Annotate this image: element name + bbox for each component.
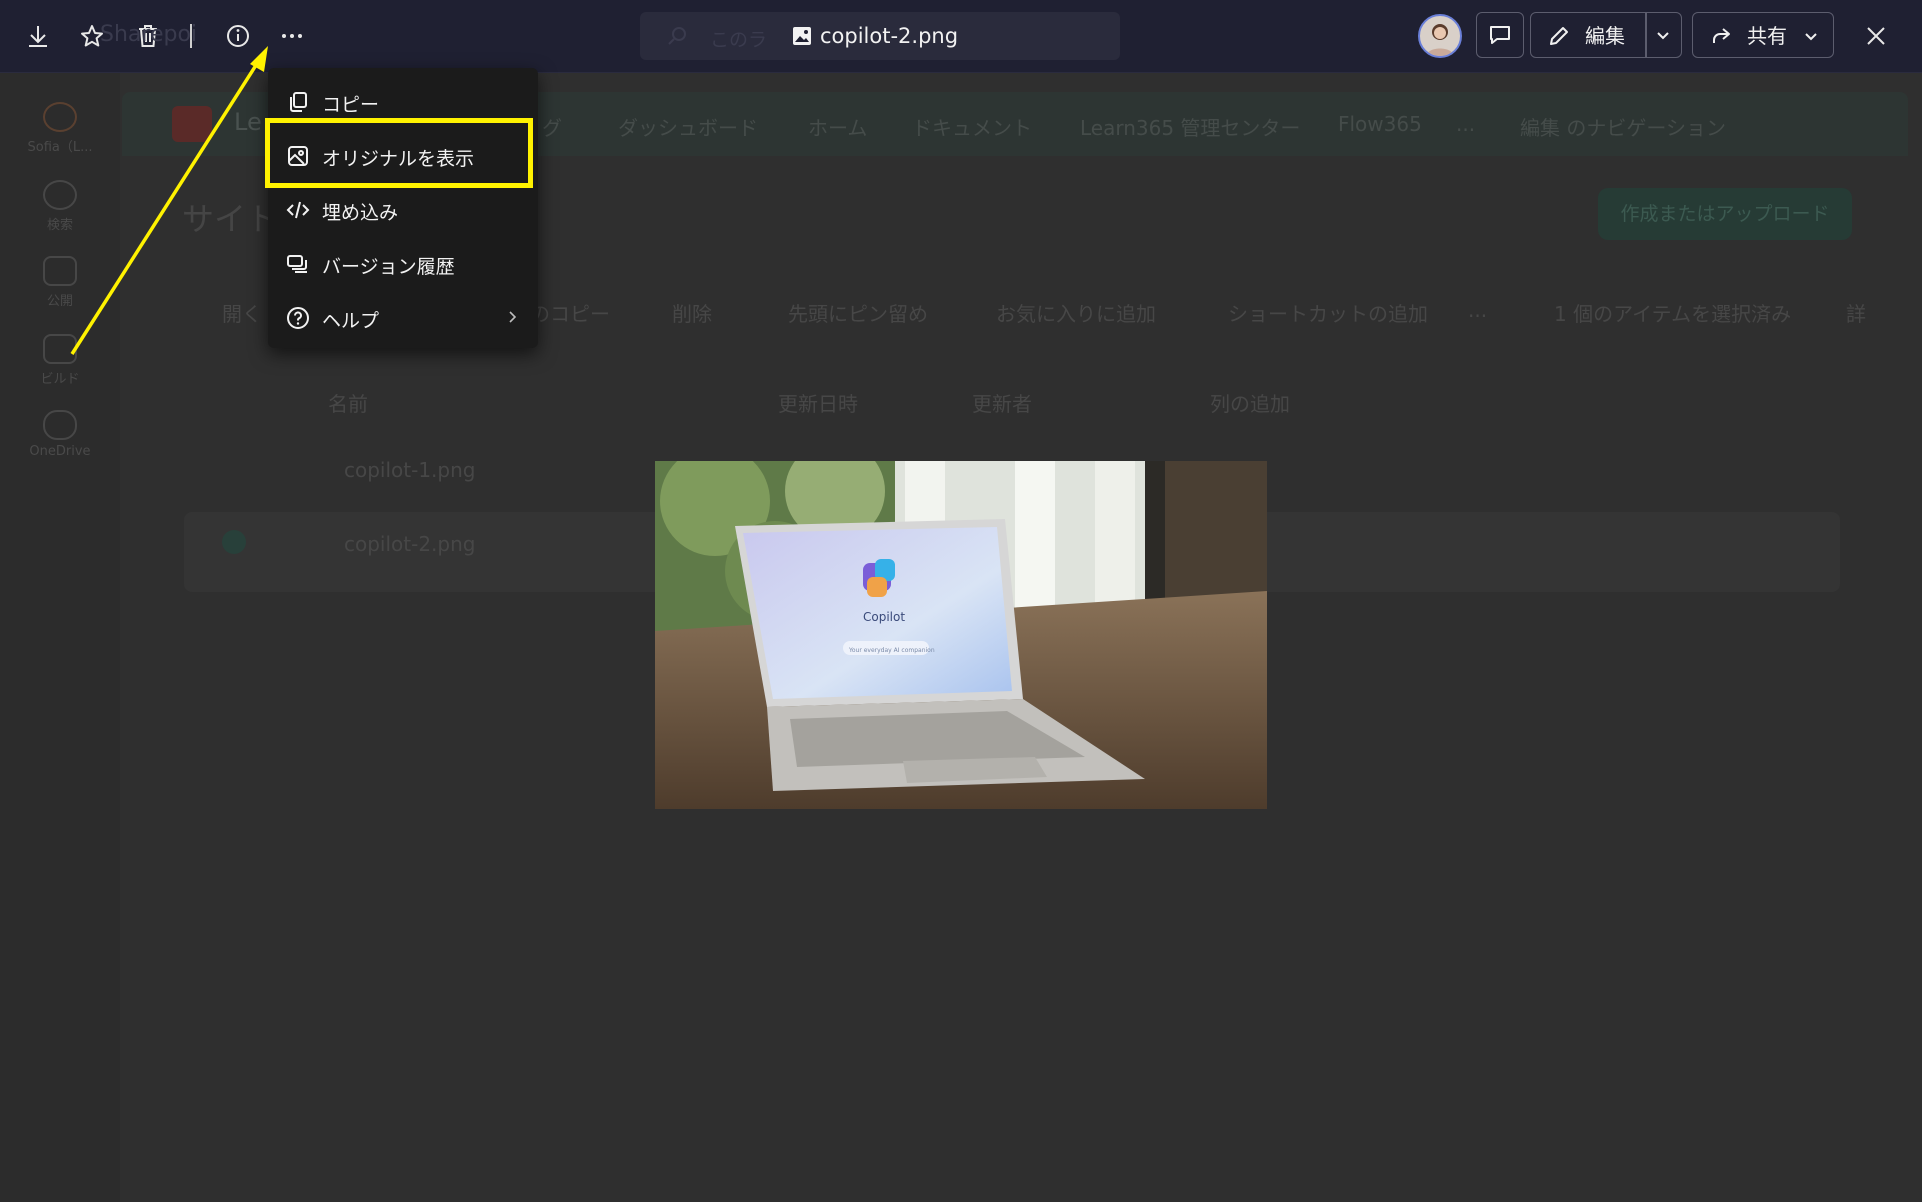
annotation-arrow: [70, 46, 268, 355]
